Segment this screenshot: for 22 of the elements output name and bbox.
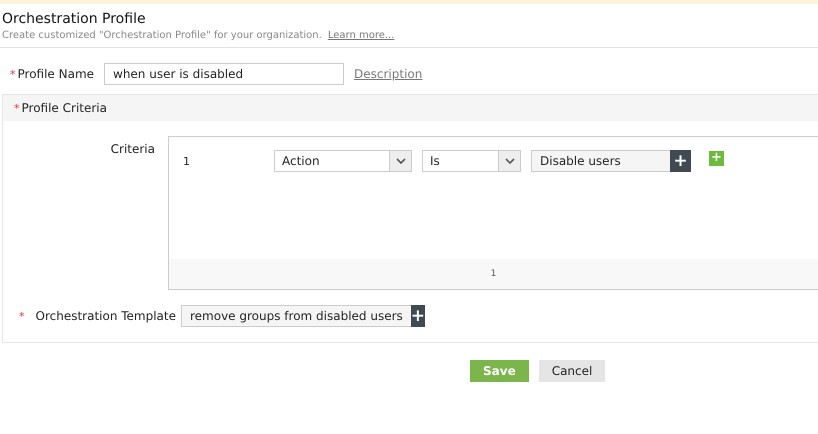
required-mark: * (19, 310, 24, 322)
profile-name-field[interactable]: when user is disabled (104, 63, 344, 85)
field-label: Orchestration Template (36, 309, 176, 323)
operator-dropdown[interactable]: Is (422, 150, 521, 172)
chevron-down-icon (396, 158, 406, 164)
page-number: 1 (169, 259, 818, 289)
section-title: Profile Criteria (22, 101, 107, 115)
field-label: Profile Name (18, 67, 94, 81)
field-dropdown[interactable]: Action (274, 150, 412, 172)
required-mark: * (10, 68, 16, 80)
add-value-button[interactable]: + (670, 150, 691, 172)
row-number: 1 (183, 154, 191, 168)
page-subtitle: Create customized "Orchestration Profile" for your organization. (2, 30, 322, 41)
page-title: Orchestration Profile (2, 10, 147, 28)
field-label: Criteria (110, 141, 156, 158)
description-link[interactable]: Description (354, 67, 422, 81)
add-template-button[interactable]: + (410, 305, 426, 327)
learn-more-link[interactable]: Learn more... (328, 30, 394, 41)
cancel-button[interactable]: Cancel (538, 360, 606, 382)
required-mark: * (14, 102, 20, 114)
value-field[interactable]: Disable users + (531, 150, 691, 172)
chevron-down-icon (504, 158, 514, 164)
